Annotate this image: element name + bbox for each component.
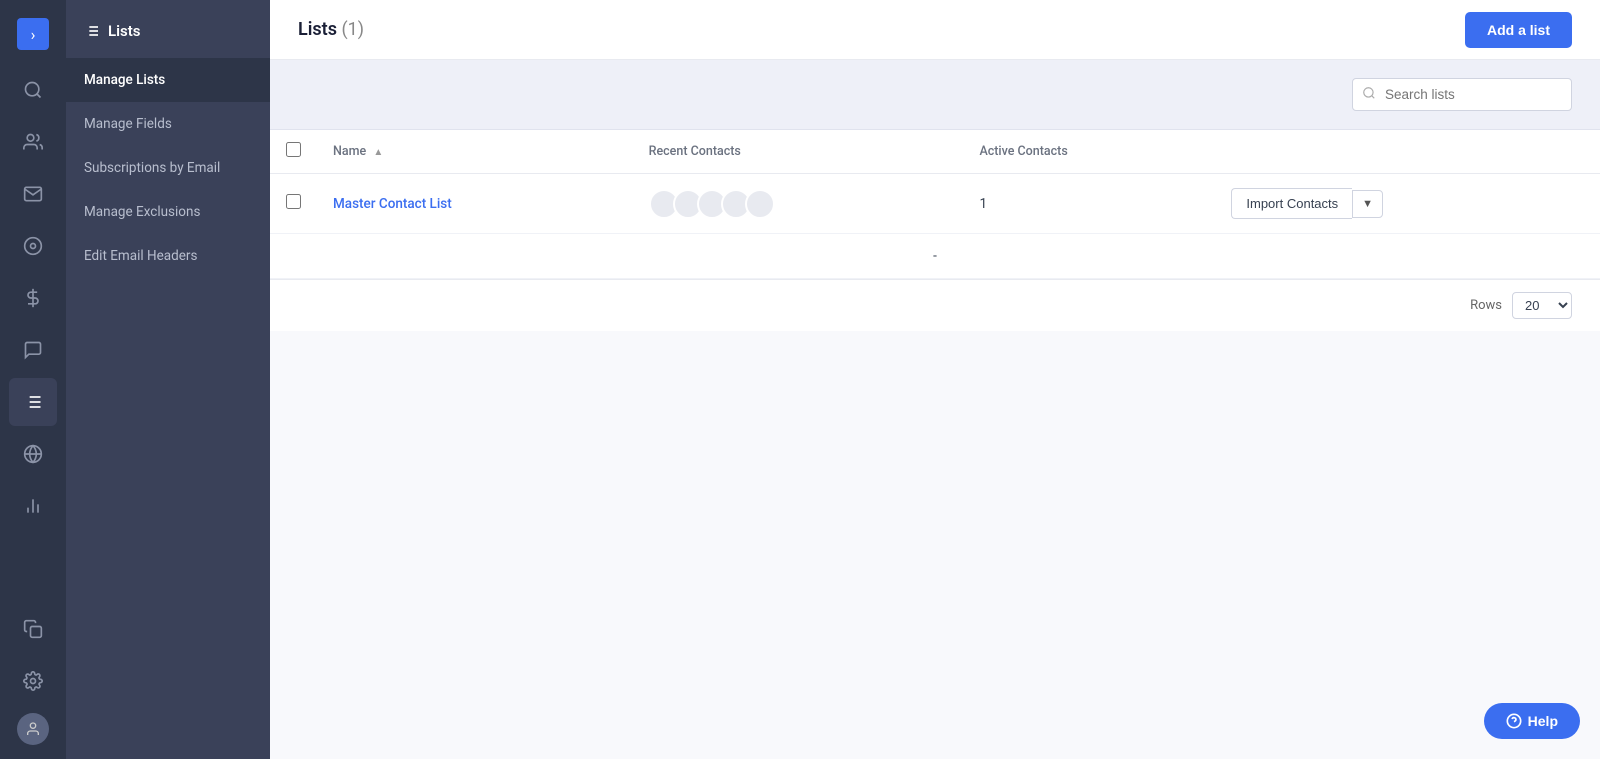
- table-dash: -: [270, 234, 1600, 279]
- icon-sidebar: ›: [0, 0, 66, 759]
- table-row: Master Contact List 1: [270, 174, 1600, 234]
- avatar-circles: [649, 189, 948, 219]
- sort-arrow-name: ▲: [373, 147, 383, 158]
- sidebar-item-subscriptions[interactable]: Subscriptions by Email: [66, 146, 270, 190]
- import-contacts-button[interactable]: Import Contacts: [1231, 188, 1352, 219]
- row-actions-cell: Import Contacts ▼: [1215, 174, 1600, 234]
- sidebar-bottom: [0, 603, 66, 759]
- sub-sidebar-title: Lists: [108, 22, 140, 40]
- avatar-5: [745, 189, 775, 219]
- sidebar-item-messages[interactable]: [9, 326, 57, 374]
- sub-sidebar: Lists Manage Lists Manage Fields Subscri…: [66, 0, 270, 759]
- sidebar-item-globe[interactable]: [9, 430, 57, 478]
- rows-per-page-select[interactable]: 20 50 100: [1512, 292, 1572, 319]
- select-all-checkbox[interactable]: [286, 142, 301, 157]
- import-contacts-wrap: Import Contacts ▼: [1231, 188, 1584, 219]
- row-name-cell: Master Contact List: [317, 174, 633, 234]
- sidebar-item-search[interactable]: [9, 66, 57, 114]
- search-input[interactable]: [1352, 78, 1572, 111]
- search-input-wrap: [1352, 78, 1572, 111]
- table-area: Name ▲ Recent Contacts Active Contacts M…: [270, 60, 1600, 759]
- col-active-contacts: Active Contacts: [963, 130, 1215, 174]
- table-header-row: Name ▲ Recent Contacts Active Contacts: [270, 130, 1600, 174]
- help-button[interactable]: Help: [1484, 703, 1580, 739]
- rows-label: Rows: [1470, 298, 1502, 313]
- sidebar-item-contacts[interactable]: [9, 118, 57, 166]
- sub-sidebar-header: Lists: [66, 0, 270, 58]
- table-footer: Rows 20 50 100: [270, 279, 1600, 331]
- list-name-link[interactable]: Master Contact List: [333, 196, 452, 212]
- sidebar-collapse-btn[interactable]: ›: [0, 8, 66, 60]
- collapse-icon[interactable]: ›: [17, 18, 49, 50]
- user-avatar[interactable]: [17, 713, 49, 745]
- row-recent-contacts-cell: [633, 174, 964, 234]
- sidebar-item-manage-exclusions[interactable]: Manage Exclusions: [66, 190, 270, 234]
- col-name[interactable]: Name ▲: [317, 130, 633, 174]
- sidebar-item-copy[interactable]: [9, 605, 57, 653]
- sidebar-item-manage-fields[interactable]: Manage Fields: [66, 102, 270, 146]
- sidebar-item-edit-email-headers[interactable]: Edit Email Headers: [66, 234, 270, 278]
- lists-count: (1): [341, 19, 364, 40]
- sidebar-item-lists[interactable]: [9, 378, 57, 426]
- main-header: Lists (1) Add a list: [270, 0, 1600, 60]
- add-list-button[interactable]: Add a list: [1465, 12, 1572, 48]
- sidebar-item-settings[interactable]: [9, 657, 57, 705]
- row-active-contacts-cell: 1: [963, 174, 1215, 234]
- select-all-col: [270, 130, 317, 174]
- sidebar-item-reports[interactable]: [9, 482, 57, 530]
- row-checkbox[interactable]: [286, 194, 301, 209]
- table-toolbar: [270, 60, 1600, 130]
- main-content: Lists (1) Add a list Na: [270, 0, 1600, 759]
- page-title: Lists (1): [298, 19, 364, 40]
- col-recent-contacts: Recent Contacts: [633, 130, 964, 174]
- search-icon: [1362, 86, 1376, 104]
- row-checkbox-cell: [270, 174, 317, 234]
- lists-table: Name ▲ Recent Contacts Active Contacts M…: [270, 130, 1600, 279]
- table-separator-row: -: [270, 234, 1600, 279]
- sidebar-item-revenue[interactable]: [9, 274, 57, 322]
- sidebar-item-email[interactable]: [9, 170, 57, 218]
- sidebar-item-analytics[interactable]: [9, 222, 57, 270]
- sidebar-item-manage-lists[interactable]: Manage Lists: [66, 58, 270, 102]
- import-contacts-dropdown[interactable]: ▼: [1352, 190, 1383, 218]
- col-actions: [1215, 130, 1600, 174]
